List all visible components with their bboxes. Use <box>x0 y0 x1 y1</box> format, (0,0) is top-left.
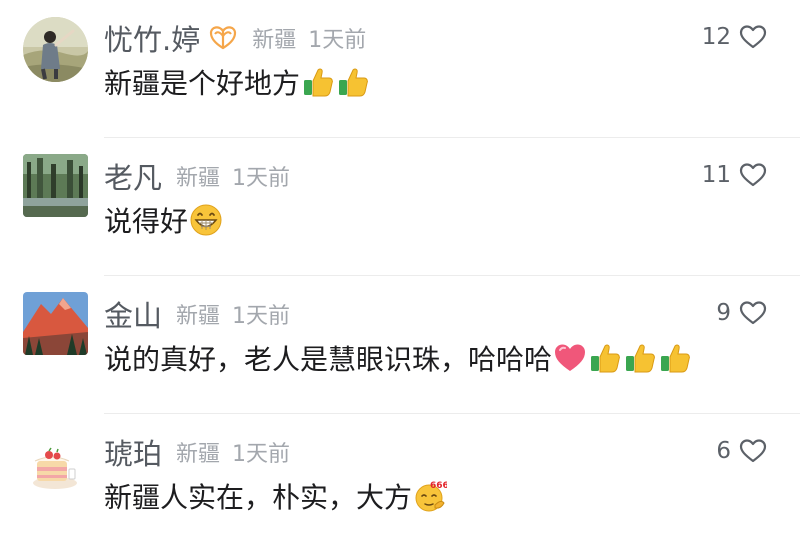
666-emoji-icon: 666 <box>413 479 447 513</box>
like-count: 12 <box>701 24 731 50</box>
timestamp: 1天前 <box>308 28 367 53</box>
timestamp: 1天前 <box>232 442 291 467</box>
avatar[interactable] <box>23 154 88 217</box>
like-count: 11 <box>701 162 731 188</box>
grin-emoji-icon <box>189 203 223 237</box>
heart-outline-icon[interactable] <box>739 24 767 50</box>
comment-item: 金山 新疆 1天前 说的真好，老人是慧眼识珠，哈哈哈 9 <box>0 276 800 414</box>
heart-outline-icon[interactable] <box>739 300 767 326</box>
like-count: 6 <box>716 438 731 464</box>
comment-meta: 琥珀 新疆 1天前 <box>104 431 291 473</box>
like-button[interactable]: 11 <box>702 162 767 188</box>
location: 新疆 <box>176 304 221 329</box>
username[interactable]: 琥珀 <box>104 431 162 473</box>
thumbs-up-emoji-icon <box>336 65 370 99</box>
timestamp: 1天前 <box>232 304 291 329</box>
comment-item: 老凡 新疆 1天前 说得好 11 <box>0 138 800 276</box>
heart-outline-icon[interactable] <box>739 162 767 188</box>
comment-text: 说得好 <box>104 200 223 240</box>
comment-item: 忧竹.婷 新疆 1天前 新疆是个好地方 12 <box>0 0 800 138</box>
comment-body: 说的真好，老人是慧眼识珠，哈哈哈 <box>104 343 553 376</box>
666-label: 666 <box>430 481 447 491</box>
username[interactable]: 老凡 <box>104 155 162 197</box>
comment-text: 新疆是个好地方 <box>104 62 370 102</box>
location: 新疆 <box>176 442 221 467</box>
like-button[interactable]: 9 <box>716 300 767 326</box>
location: 新疆 <box>252 28 297 53</box>
comment-body: 新疆人实在，朴实，大方 <box>104 481 413 514</box>
comment-text: 新疆人实在，朴实，大方 666 <box>104 476 447 516</box>
heart-emoji-icon <box>553 341 587 375</box>
thumbs-up-emoji-icon <box>623 341 657 375</box>
avatar[interactable] <box>23 431 88 496</box>
comment-item: 琥珀 新疆 1天前 新疆人实在，朴实，大方 666 6 <box>0 414 800 534</box>
heart-outline-icon[interactable] <box>739 438 767 464</box>
thumbs-up-emoji-icon <box>658 341 692 375</box>
timestamp: 1天前 <box>232 166 291 191</box>
comment-meta: 老凡 新疆 1天前 <box>104 155 291 197</box>
comment-meta: 金山 新疆 1天前 <box>104 293 291 335</box>
like-count: 9 <box>716 300 731 326</box>
comment-meta: 忧竹.婷 新疆 1天前 <box>104 17 367 59</box>
like-button[interactable]: 12 <box>702 24 767 50</box>
vip-badge-icon <box>208 25 238 51</box>
username[interactable]: 忧竹.婷 <box>104 17 200 59</box>
thumbs-up-emoji-icon <box>301 65 335 99</box>
avatar[interactable] <box>23 292 88 355</box>
thumbs-up-emoji-icon <box>588 341 622 375</box>
comment-body: 新疆是个好地方 <box>104 67 301 100</box>
comment-text: 说的真好，老人是慧眼识珠，哈哈哈 <box>104 338 692 378</box>
comment-body: 说得好 <box>104 205 189 238</box>
like-button[interactable]: 6 <box>716 438 767 464</box>
location: 新疆 <box>176 166 221 191</box>
username[interactable]: 金山 <box>104 293 162 335</box>
avatar[interactable] <box>23 17 88 82</box>
